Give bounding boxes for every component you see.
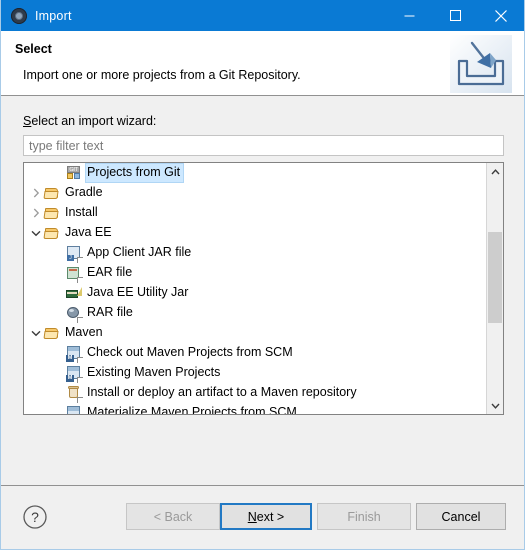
window-title: Import: [35, 8, 72, 23]
next-button[interactable]: Next >: [220, 503, 312, 530]
svg-text:?: ?: [31, 509, 39, 525]
maximize-button[interactable]: [432, 0, 478, 31]
cancel-button[interactable]: Cancel: [416, 503, 506, 530]
tree-item[interactable]: Install: [24, 203, 486, 223]
import-arrow-into-tray-icon: [450, 35, 512, 93]
import-wizard-dialog: Import Select Import one or more project…: [0, 0, 525, 550]
wizard-tree-panel: GIT Projects from Git Gradle Install Java EE…: [23, 162, 504, 415]
minimize-icon: [404, 15, 414, 17]
tree-item[interactable]: GIT Projects from Git: [24, 163, 486, 183]
tree-item-label: Java EE: [65, 225, 112, 239]
title-bar: Import: [1, 0, 524, 31]
wizard-header: Select Import one or more projects from …: [1, 31, 524, 96]
tree-item[interactable]: J App Client JAR file: [24, 243, 486, 263]
maven-project-icon: M: [66, 365, 83, 383]
close-button[interactable]: [478, 0, 524, 31]
tree-item[interactable]: Install or deploy an artifact to a Maven…: [24, 383, 486, 403]
wizard-select-label: Select an import wizard:: [23, 114, 156, 128]
tree-item[interactable]: M Materialize Maven Projects from SCM: [24, 403, 486, 414]
chevron-down-icon[interactable]: [28, 223, 44, 243]
back-button[interactable]: < Back: [126, 503, 220, 530]
tree-item[interactable]: M Check out Maven Projects from SCM: [24, 343, 486, 363]
utility-jar-icon: [66, 285, 82, 301]
scrollbar-thumb[interactable]: [488, 232, 502, 323]
rar-file-icon: [66, 305, 83, 323]
help-icon: ?: [23, 505, 47, 529]
app-client-jar-icon: J: [66, 245, 83, 263]
help-button[interactable]: ?: [22, 504, 48, 530]
folder-icon: [43, 225, 60, 241]
tree-scrollbar[interactable]: [486, 163, 503, 414]
scroll-up-button[interactable]: [487, 163, 503, 180]
tree-item-label: Gradle: [65, 185, 103, 199]
tree-item[interactable]: Java EE Utility Jar: [24, 283, 486, 303]
dialog-button-bar: ? < Back Next > Finish Cancel: [1, 485, 524, 548]
next-button-mnemonic: N: [247, 509, 257, 524]
tree-item-label: Check out Maven Projects from SCM: [87, 345, 293, 359]
tree-item-label: EAR file: [87, 265, 133, 279]
tree-item-label: Projects from Git: [84, 163, 185, 183]
wizard-label-rest: elect an import wizard:: [31, 114, 157, 128]
page-description: Import one or more projects from a Git R…: [23, 68, 301, 82]
close-icon: [495, 9, 507, 22]
wizard-tree[interactable]: GIT Projects from Git Gradle Install Java EE…: [24, 163, 486, 414]
finish-button[interactable]: Finish: [317, 503, 411, 530]
chevron-up-icon: [490, 168, 500, 174]
maximize-icon: [449, 10, 461, 21]
folder-icon: [43, 185, 60, 201]
dialog-body: Select an import wizard: GITProjects fro…: [1, 96, 524, 485]
tree-item-label: Install or deploy an artifact to a Maven…: [87, 385, 357, 399]
chevron-right-icon[interactable]: [28, 203, 44, 223]
maven-project-icon: M: [66, 345, 83, 363]
tree-item[interactable]: M Existing Maven Projects: [24, 363, 486, 383]
tree-item[interactable]: RAR file: [24, 303, 486, 323]
tree-item-label: App Client JAR file: [87, 245, 192, 259]
page-title: Select: [15, 42, 52, 56]
folder-icon: [43, 205, 60, 221]
minimize-button[interactable]: [386, 0, 432, 31]
maven-project-icon: M: [66, 405, 82, 414]
git-project-icon: GIT: [66, 165, 82, 181]
tree-item-label: Java EE Utility Jar: [87, 285, 189, 299]
chevron-down-icon[interactable]: [28, 323, 44, 343]
chevron-right-icon[interactable]: [28, 183, 44, 203]
eclipse-gear-icon: [11, 7, 27, 24]
tree-item[interactable]: Maven: [24, 323, 486, 343]
tree-item-label: Materialize Maven Projects from SCM: [87, 405, 297, 414]
ear-file-icon: [66, 265, 83, 283]
scroll-down-button[interactable]: [487, 397, 503, 414]
tree-item-label: Install: [65, 205, 98, 219]
filter-input[interactable]: [23, 135, 504, 156]
tree-item-label: Existing Maven Projects: [87, 365, 221, 379]
next-button-label: ext >: [256, 509, 285, 524]
folder-icon: [43, 325, 60, 341]
tree-item-label: RAR file: [87, 305, 133, 319]
tree-item[interactable]: EAR file: [24, 263, 486, 283]
tree-item-label: Maven: [65, 325, 103, 339]
tree-item[interactable]: Java EE: [24, 223, 486, 243]
chevron-down-icon: [490, 403, 500, 409]
maven-repository-icon: [66, 385, 83, 403]
tree-item[interactable]: Gradle: [24, 183, 486, 203]
